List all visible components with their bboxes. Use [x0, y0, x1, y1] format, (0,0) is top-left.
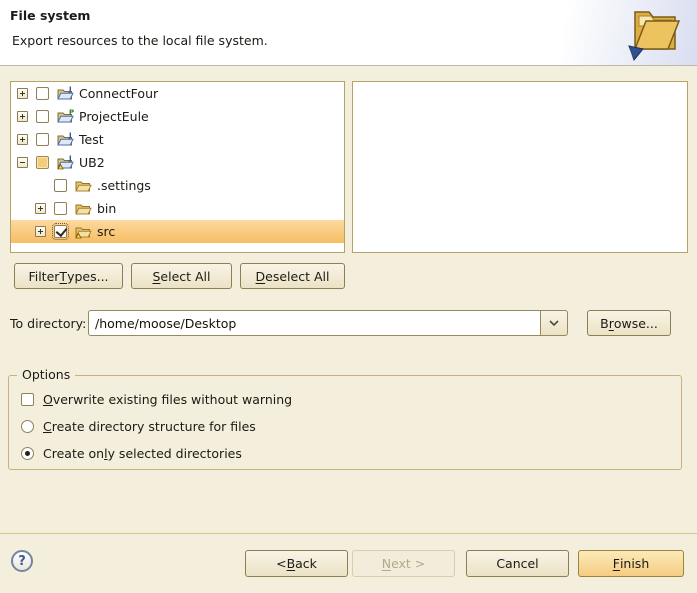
create-structure-radio[interactable]: [21, 420, 34, 433]
svg-text:J: J: [68, 155, 72, 163]
page-title: File system: [10, 8, 90, 23]
wizard-banner: File system Export resources to the loca…: [0, 0, 697, 66]
export-file-system-dialog: File system Export resources to the loca…: [0, 0, 697, 593]
svg-text:J: J: [68, 132, 72, 140]
tree-row-connectfour[interactable]: J ConnectFour: [11, 82, 344, 105]
directory-dropdown-button[interactable]: [540, 310, 568, 336]
deselect-all-button[interactable]: Deselect All: [240, 263, 345, 289]
create-selected-label[interactable]: Create only selected directories: [43, 446, 242, 461]
tree-row-settings[interactable]: .settings: [11, 174, 344, 197]
chevron-down-icon: [549, 320, 559, 326]
finish-button[interactable]: Finish: [578, 550, 684, 577]
create-structure-label[interactable]: Create directory structure for files: [43, 419, 256, 434]
footer-separator: [0, 533, 697, 534]
directory-combo: [88, 310, 568, 336]
options-legend: Options: [17, 367, 75, 382]
question-mark-icon: ?: [18, 554, 26, 569]
tree-label[interactable]: ConnectFour: [79, 86, 158, 101]
select-all-button[interactable]: Select All: [131, 263, 232, 289]
create-structure-option[interactable]: Create directory structure for files: [21, 419, 256, 434]
file-list-panel[interactable]: [352, 81, 688, 253]
tree-label[interactable]: ProjectEule: [79, 109, 149, 124]
overwrite-option[interactable]: Overwrite existing files without warning: [21, 392, 292, 407]
next-button-disabled: Next >: [352, 550, 455, 577]
tree-label[interactable]: UB2: [79, 155, 105, 170]
expand-icon[interactable]: [17, 111, 28, 122]
expand-icon[interactable]: [35, 203, 46, 214]
create-selected-option[interactable]: Create only selected directories: [21, 446, 242, 461]
collapse-icon[interactable]: [17, 157, 28, 168]
checkbox-projecteule[interactable]: [36, 110, 49, 123]
java-project-folder-warning-icon: J: [57, 155, 74, 170]
tree-label[interactable]: .settings: [97, 178, 151, 193]
checkbox-test[interactable]: [36, 133, 49, 146]
overwrite-label[interactable]: Overwrite existing files without warning: [43, 392, 292, 407]
filter-types-button[interactable]: Filter Types...: [14, 263, 123, 289]
svg-text:J: J: [68, 86, 72, 94]
folder-icon: [75, 178, 92, 193]
resource-tree[interactable]: J ConnectFour P ProjectEule J Test: [10, 81, 345, 253]
java-project-folder-icon: J: [57, 132, 74, 147]
svg-text:P: P: [69, 109, 74, 117]
folder-warning-icon: [75, 224, 92, 239]
to-directory-label: To directory:: [10, 316, 86, 331]
expand-icon[interactable]: [35, 226, 46, 237]
checkbox-src-checked[interactable]: [54, 225, 67, 238]
project-folder-icon: P: [57, 109, 74, 124]
overwrite-checkbox[interactable]: [21, 393, 34, 406]
directory-input[interactable]: [88, 310, 540, 336]
java-project-folder-icon: J: [57, 86, 74, 101]
tree-label[interactable]: Test: [79, 132, 104, 147]
options-group: Options Overwrite existing files without…: [8, 375, 682, 470]
browse-button[interactable]: Browse...: [587, 310, 671, 336]
export-folder-icon: [621, 4, 685, 64]
checkbox-settings[interactable]: [54, 179, 67, 192]
cancel-button[interactable]: Cancel: [466, 550, 569, 577]
checkbox-bin[interactable]: [54, 202, 67, 215]
expand-icon[interactable]: [17, 88, 28, 99]
checkbox-connectfour[interactable]: [36, 87, 49, 100]
tree-row-test[interactable]: J Test: [11, 128, 344, 151]
tree-row-src-selected[interactable]: src: [11, 220, 344, 243]
create-selected-radio[interactable]: [21, 447, 34, 460]
tree-row-projecteule[interactable]: P ProjectEule: [11, 105, 344, 128]
tree-label[interactable]: src: [97, 224, 115, 239]
tree-row-ub2[interactable]: J UB2: [11, 151, 344, 174]
back-button[interactable]: < Back: [245, 550, 348, 577]
page-subtitle: Export resources to the local file syste…: [12, 33, 268, 48]
folder-icon: [75, 201, 92, 216]
tree-row-bin[interactable]: bin: [11, 197, 344, 220]
checkbox-ub2-grayed[interactable]: [36, 156, 49, 169]
help-button[interactable]: ?: [11, 550, 33, 572]
expand-icon[interactable]: [17, 134, 28, 145]
tree-label[interactable]: bin: [97, 201, 116, 216]
